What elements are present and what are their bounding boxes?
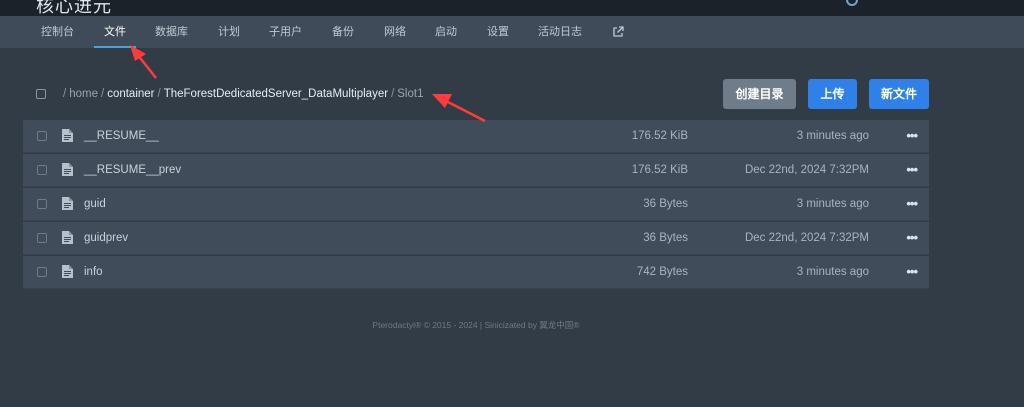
breadcrumb-separator: / [100, 88, 105, 100]
footer: Pterodactyl® © 2015 - 2024 | Sinicizated… [372, 320, 580, 330]
nav-tab[interactable]: 控制台 [41, 16, 74, 48]
more-horizontal-icon[interactable]: ••• [906, 256, 918, 287]
breadcrumb-segment[interactable]: home [69, 88, 98, 100]
breadcrumb-separator: / [157, 88, 161, 100]
nav-tab[interactable]: 计划 [218, 16, 240, 48]
file-list: __RESUME__ 176.52 KiB 3 minutes ago ••• __RE… [23, 120, 929, 290]
arrow-to-files-tab [130, 45, 157, 79]
file-name[interactable]: info [84, 256, 103, 289]
file-size: 176.52 KiB [631, 164, 688, 176]
more-horizontal-icon[interactable]: ••• [906, 154, 918, 185]
create-directory-button[interactable]: 创建目录 [723, 79, 796, 109]
more-horizontal-icon[interactable]: ••• [906, 188, 918, 219]
breadcrumb-segment[interactable]: TheForestDedicatedServer_DataMultiplayer [164, 88, 388, 100]
file-select-checkbox[interactable] [37, 267, 47, 277]
file-row[interactable]: guidprev 36 Bytes Dec 22nd, 2024 7:32PM ••• [23, 222, 929, 255]
arrow-to-slot1 [432, 94, 486, 123]
select-all-checkbox[interactable] [36, 89, 46, 99]
file-row[interactable]: guid 36 Bytes 3 minutes ago ••• [23, 188, 929, 221]
file-name[interactable]: __RESUME__prev [84, 154, 181, 187]
file-size: 36 Bytes [643, 198, 688, 210]
external-link-icon[interactable] [612, 25, 624, 43]
file-size: 742 Bytes [636, 266, 688, 278]
file-select-checkbox[interactable] [37, 199, 47, 209]
breadcrumb-path: / home / container / TheForestDedicatedServer… [60, 88, 423, 100]
file-modified: 3 minutes ago [796, 198, 869, 210]
file-select-checkbox[interactable] [37, 233, 47, 243]
upload-button[interactable]: 上传 [808, 79, 857, 109]
file-size: 36 Bytes [643, 232, 688, 244]
file-icon [62, 265, 73, 283]
file-icon [62, 231, 73, 249]
file-select-checkbox[interactable] [37, 131, 47, 141]
file-size: 176.52 KiB [631, 130, 688, 142]
breadcrumb-separator: / [391, 88, 395, 100]
breadcrumb-separator: / [63, 88, 67, 100]
nav-tab[interactable]: 数据库 [155, 16, 188, 48]
file-row[interactable]: __RESUME__ 176.52 KiB 3 minutes ago ••• [23, 120, 929, 153]
file-name[interactable]: guidprev [84, 222, 128, 255]
file-select-checkbox[interactable] [37, 165, 47, 175]
nav-tab[interactable]: 备份 [332, 16, 354, 48]
file-row[interactable]: __RESUME__prev 176.52 KiB Dec 22nd, 2024 7… [23, 154, 929, 187]
account-icon[interactable] [846, 0, 858, 6]
nav-tab[interactable]: 启动 [435, 16, 457, 48]
file-name[interactable]: guid [84, 188, 106, 221]
file-modified: Dec 22nd, 2024 7:32PM [744, 164, 869, 176]
site-title[interactable]: 核心进元 [36, 0, 112, 16]
file-row[interactable]: info 742 Bytes 3 minutes ago ••• [23, 256, 929, 289]
top-bar: 核心进元 [0, 0, 1024, 16]
file-icon [62, 163, 73, 181]
breadcrumb: / home / container / TheForestDedicatedServer… [36, 86, 423, 102]
breadcrumb-segment[interactable]: container [107, 88, 154, 100]
more-horizontal-icon[interactable]: ••• [906, 222, 918, 253]
nav-tab[interactable]: 活动日志 [538, 16, 582, 48]
more-horizontal-icon[interactable]: ••• [906, 120, 918, 151]
file-name[interactable]: __RESUME__ [84, 120, 159, 153]
nav-tab[interactable]: 文件 [94, 16, 136, 48]
file-modified: 3 minutes ago [796, 266, 869, 278]
file-icon [62, 197, 73, 215]
file-modified: 3 minutes ago [796, 130, 869, 142]
server-nav: 控制台 文件 数据库 计划 子用户 备份 网络 启动 设置 活动日志 [0, 16, 1024, 48]
new-file-button[interactable]: 新文件 [869, 79, 929, 109]
file-modified: Dec 22nd, 2024 7:32PM [744, 232, 869, 244]
nav-tab[interactable]: 设置 [487, 16, 509, 48]
file-icon [62, 129, 73, 147]
breadcrumb-segment[interactable]: Slot1 [397, 88, 423, 100]
nav-tab[interactable]: 网络 [384, 16, 406, 48]
nav-tab[interactable]: 子用户 [269, 16, 302, 48]
